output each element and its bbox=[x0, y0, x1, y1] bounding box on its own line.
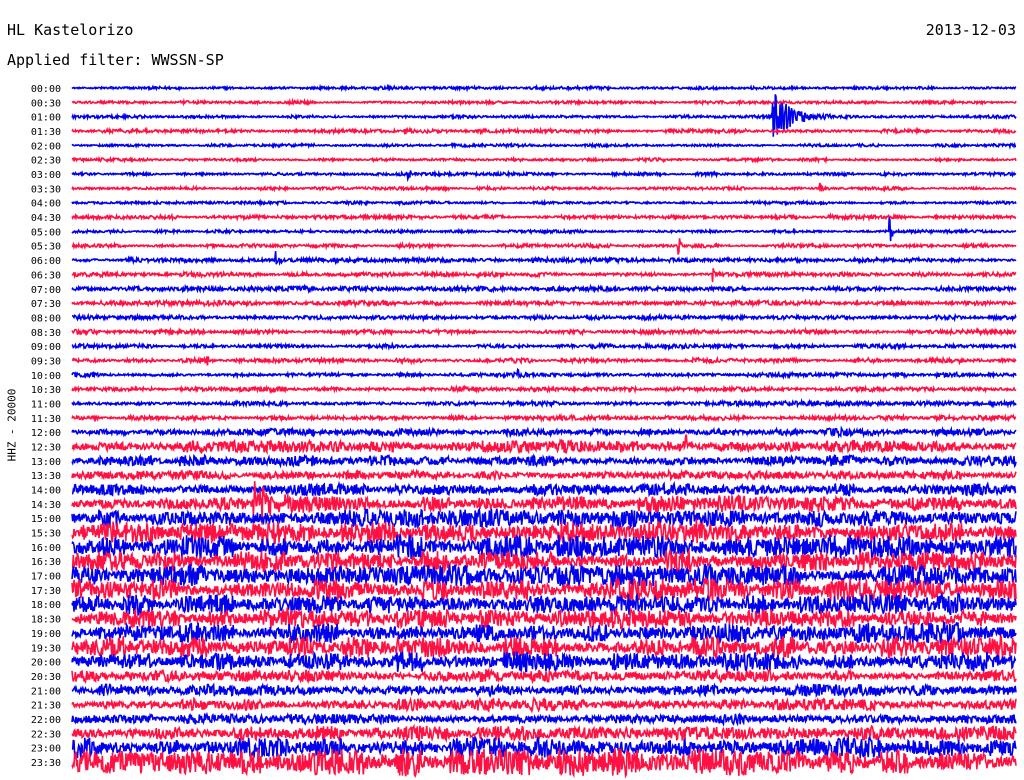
row-time-label: 02:30 bbox=[31, 156, 61, 167]
trace-line bbox=[71, 182, 1017, 193]
helicorder-plot: 00:00 00:30 01:00 01:30 02:00 02:30 03:00 03:30… bbox=[31, 83, 1017, 779]
row-time-label: 10:30 bbox=[31, 385, 61, 396]
row-time-label: 22:00 bbox=[31, 715, 61, 726]
row-time-label: 04:30 bbox=[31, 213, 61, 224]
row-time-label: 03:00 bbox=[31, 170, 61, 181]
row-time-label: 12:00 bbox=[31, 428, 61, 439]
row-time-label: 14:00 bbox=[31, 486, 61, 497]
trace-line bbox=[71, 238, 1017, 255]
row-time-label: 20:30 bbox=[31, 672, 61, 683]
row-time-label: 07:00 bbox=[31, 285, 61, 296]
row-time-label: 21:00 bbox=[31, 686, 61, 697]
row-time-label: 09:00 bbox=[31, 342, 61, 353]
row-time-label: 06:00 bbox=[31, 256, 61, 267]
row-time-label: 23:30 bbox=[31, 758, 61, 769]
trace-line bbox=[71, 217, 1017, 242]
row-time-label: 23:00 bbox=[31, 744, 61, 755]
trace-line bbox=[71, 355, 1017, 366]
trace-line bbox=[71, 251, 1017, 267]
row-time-label: 17:00 bbox=[31, 572, 61, 583]
trace-line bbox=[71, 312, 1017, 323]
trace-line bbox=[71, 169, 1017, 183]
trace-line bbox=[71, 268, 1017, 283]
trace-line bbox=[71, 297, 1017, 309]
row-time-label: 18:30 bbox=[31, 615, 61, 626]
row-time-label: 05:00 bbox=[31, 227, 61, 238]
trace-line bbox=[71, 453, 1017, 469]
trace-line bbox=[71, 367, 1017, 381]
row-time-label: 12:30 bbox=[31, 443, 61, 454]
trace-line bbox=[71, 212, 1017, 222]
trace-line bbox=[71, 283, 1017, 295]
trace-line bbox=[71, 341, 1017, 352]
row-time-label: 21:30 bbox=[31, 701, 61, 712]
row-time-label: 20:00 bbox=[31, 658, 61, 669]
row-time-label: 03:30 bbox=[31, 184, 61, 195]
row-time-label: 01:30 bbox=[31, 127, 61, 138]
trace-line bbox=[71, 384, 1017, 395]
row-time-label: 18:00 bbox=[31, 600, 61, 611]
trace-line bbox=[71, 326, 1017, 337]
row-time-label: 13:30 bbox=[31, 471, 61, 482]
row-time-label: 06:30 bbox=[31, 270, 61, 281]
trace-line bbox=[71, 682, 1017, 699]
row-time-label: 10:00 bbox=[31, 371, 61, 382]
row-time-label: 02:00 bbox=[31, 141, 61, 152]
trace-line bbox=[71, 734, 1017, 759]
trace-line bbox=[71, 126, 1017, 136]
trace-line bbox=[71, 468, 1017, 482]
trace-line bbox=[71, 425, 1017, 439]
row-time-label: 08:30 bbox=[31, 328, 61, 339]
trace-line bbox=[71, 695, 1017, 714]
trace-line bbox=[71, 562, 1017, 589]
row-time-label: 11:00 bbox=[31, 399, 61, 410]
trace-line bbox=[71, 83, 1017, 93]
row-time-label: 19:00 bbox=[31, 629, 61, 640]
trace-line bbox=[71, 198, 1017, 208]
row-time-label: 01:00 bbox=[31, 113, 61, 124]
row-time-label: 09:30 bbox=[31, 356, 61, 367]
trace-line bbox=[71, 711, 1017, 727]
trace-line bbox=[71, 434, 1017, 456]
row-time-label: 19:30 bbox=[31, 643, 61, 654]
row-time-label: 16:00 bbox=[31, 543, 61, 554]
trace-line bbox=[71, 398, 1017, 409]
trace-line bbox=[71, 480, 1017, 498]
trace-line bbox=[71, 97, 1017, 107]
trace-line bbox=[71, 650, 1017, 673]
row-time-label: 17:30 bbox=[31, 586, 61, 597]
row-time-label: 08:00 bbox=[31, 313, 61, 324]
trace-line bbox=[71, 667, 1017, 685]
row-time-label: 11:30 bbox=[31, 414, 61, 425]
row-time-label: 13:00 bbox=[31, 457, 61, 468]
row-time-label: 15:30 bbox=[31, 529, 61, 540]
row-time-label: 16:30 bbox=[31, 557, 61, 568]
row-time-label: 00:30 bbox=[31, 98, 61, 109]
row-time-label: 07:30 bbox=[31, 299, 61, 310]
trace-line bbox=[71, 141, 1017, 150]
trace-line bbox=[71, 723, 1017, 743]
row-time-label: 14:30 bbox=[31, 500, 61, 511]
trace-line bbox=[71, 412, 1017, 424]
trace-line bbox=[71, 576, 1017, 603]
row-time-label: 05:30 bbox=[31, 242, 61, 253]
trace-line bbox=[71, 155, 1017, 165]
row-time-label: 15:00 bbox=[31, 514, 61, 525]
row-time-label: 22:30 bbox=[31, 729, 61, 740]
row-time-label: 00:00 bbox=[31, 84, 61, 95]
row-time-label: 04:00 bbox=[31, 199, 61, 210]
